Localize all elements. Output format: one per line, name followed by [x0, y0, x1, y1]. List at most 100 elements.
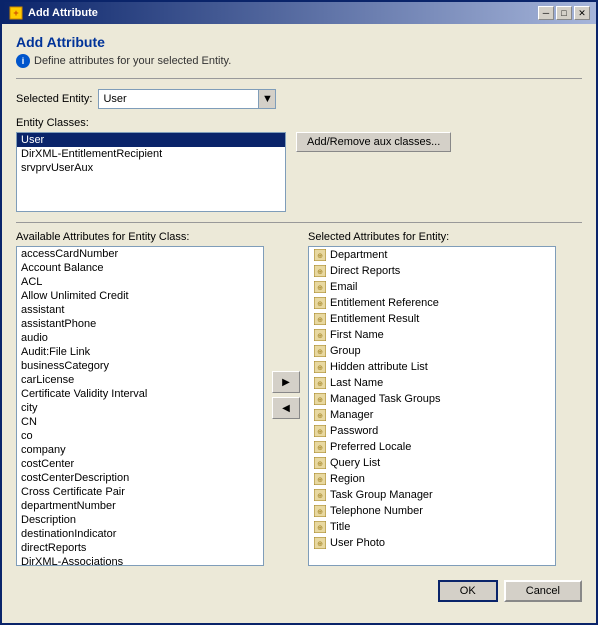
maximize-button[interactable]: □ [556, 6, 572, 20]
list-item[interactable]: costCenter [17, 457, 263, 471]
list-item[interactable]: ACL [17, 275, 263, 289]
selected-entity-row: Selected Entity: ▼ [16, 89, 582, 109]
selected-attr-item[interactable]: ⊕ Entitlement Result [309, 311, 555, 327]
list-item[interactable]: assistantPhone [17, 317, 263, 331]
list-item[interactable]: company [17, 443, 263, 457]
list-item[interactable]: businessCategory [17, 359, 263, 373]
selected-attr-item[interactable]: ⊕ Task Group Manager [309, 487, 555, 503]
aux-classes-button[interactable]: Add/Remove aux classes... [296, 132, 451, 152]
selected-attributes-list[interactable]: ⊕ Department ⊕ Direct Reports ⊕ Email ⊕ … [308, 246, 556, 566]
attr-name: Manager [330, 409, 373, 421]
selected-attr-item[interactable]: ⊕ Managed Task Groups [309, 391, 555, 407]
svg-text:⊕: ⊕ [317, 333, 323, 340]
svg-text:⊕: ⊕ [317, 525, 323, 532]
attr-name: Managed Task Groups [330, 393, 440, 405]
add-attribute-button[interactable]: ▶ [272, 371, 300, 393]
cancel-button[interactable]: Cancel [504, 580, 582, 602]
attr-icon: ⊕ [313, 360, 327, 374]
attr-icon: ⊕ [313, 344, 327, 358]
list-item[interactable]: Cross Certificate Pair [17, 485, 263, 499]
list-item[interactable]: CN [17, 415, 263, 429]
list-item[interactable]: destinationIndicator [17, 527, 263, 541]
svg-text:⊕: ⊕ [317, 413, 323, 420]
list-item[interactable]: accessCardNumber [17, 247, 263, 261]
selected-attr-item[interactable]: ⊕ Entitlement Reference [309, 295, 555, 311]
selected-attr-item[interactable]: ⊕ Department [309, 247, 555, 263]
selected-attributes-section: Selected Attributes for Entity: ⊕ Depart… [308, 231, 556, 566]
entity-class-item[interactable]: DirXML-EntitlementRecipient [17, 147, 285, 161]
selected-attr-item[interactable]: ⊕ Direct Reports [309, 263, 555, 279]
selected-attr-item[interactable]: ⊕ First Name [309, 327, 555, 343]
entity-classes-row: User DirXML-EntitlementRecipient srvprvU… [16, 132, 582, 214]
entity-input[interactable] [98, 89, 258, 109]
selected-label: Selected Attributes for Entity: [308, 231, 556, 243]
middle-divider [16, 222, 582, 223]
attr-icon: ⊕ [313, 408, 327, 422]
title-bar-left: + Add Attribute [8, 5, 98, 21]
selected-attr-item[interactable]: ⊕ Last Name [309, 375, 555, 391]
list-item[interactable]: carLicense [17, 373, 263, 387]
ok-button[interactable]: OK [438, 580, 498, 602]
dialog-content: Add Attribute i Define attributes for yo… [2, 24, 596, 616]
list-item[interactable]: Description [17, 513, 263, 527]
attr-icon: ⊕ [313, 440, 327, 454]
list-item[interactable]: audio [17, 331, 263, 345]
attr-icon: ⊕ [313, 264, 327, 278]
available-attributes-list[interactable]: accessCardNumber Account Balance ACL All… [16, 246, 264, 566]
list-item[interactable]: directReports [17, 541, 263, 555]
selected-attr-item[interactable]: ⊕ Telephone Number [309, 503, 555, 519]
attr-name: Preferred Locale [330, 441, 411, 453]
attr-icon: ⊕ [313, 296, 327, 310]
selected-attr-item[interactable]: ⊕ Region [309, 471, 555, 487]
selected-attr-item[interactable]: ⊕ Email [309, 279, 555, 295]
attr-name: Telephone Number [330, 505, 423, 517]
attr-icon: ⊕ [313, 536, 327, 550]
attr-icon: ⊕ [313, 504, 327, 518]
top-divider [16, 78, 582, 79]
list-item[interactable]: Audit:File Link [17, 345, 263, 359]
list-item[interactable]: Account Balance [17, 261, 263, 275]
attr-name: Region [330, 473, 365, 485]
list-item[interactable]: Allow Unlimited Credit [17, 289, 263, 303]
svg-text:+: + [13, 8, 18, 18]
list-item[interactable]: costCenterDescription [17, 471, 263, 485]
selected-attr-item[interactable]: ⊕ Title [309, 519, 555, 535]
selected-attr-item[interactable]: ⊕ Preferred Locale [309, 439, 555, 455]
selected-attr-item[interactable]: ⊕ Group [309, 343, 555, 359]
dialog-title: Add Attribute [16, 34, 582, 50]
list-item[interactable]: assistant [17, 303, 263, 317]
remove-attribute-button[interactable]: ◀ [272, 397, 300, 419]
selected-attr-item[interactable]: ⊕ Query List [309, 455, 555, 471]
entity-select-control[interactable]: ▼ [98, 89, 276, 109]
subtitle-text: Define attributes for your selected Enti… [34, 55, 231, 67]
selected-attr-item[interactable]: ⊕ Manager [309, 407, 555, 423]
svg-text:⊕: ⊕ [317, 317, 323, 324]
title-bar: + Add Attribute ─ □ ✕ [2, 2, 596, 24]
entity-class-item[interactable]: srvprvUserAux [17, 161, 285, 175]
selected-attr-item[interactable]: ⊕ Hidden attribute List [309, 359, 555, 375]
close-button[interactable]: ✕ [574, 6, 590, 20]
entity-dropdown-arrow[interactable]: ▼ [258, 89, 276, 109]
list-item[interactable]: co [17, 429, 263, 443]
list-item[interactable]: Certificate Validity Interval [17, 387, 263, 401]
list-item[interactable]: city [17, 401, 263, 415]
attr-name: User Photo [330, 537, 385, 549]
attr-icon: ⊕ [313, 472, 327, 486]
list-item[interactable]: departmentNumber [17, 499, 263, 513]
svg-text:⊕: ⊕ [317, 349, 323, 356]
selected-attr-item[interactable]: ⊕ User Photo [309, 535, 555, 551]
entity-classes-list[interactable]: User DirXML-EntitlementRecipient srvprvU… [16, 132, 286, 212]
attr-icon: ⊕ [313, 488, 327, 502]
list-item[interactable]: DirXML-Associations [17, 555, 263, 566]
selected-attr-item[interactable]: ⊕ Password [309, 423, 555, 439]
entity-class-item[interactable]: User [17, 133, 285, 147]
attr-name: Task Group Manager [330, 489, 433, 501]
minimize-button[interactable]: ─ [538, 6, 554, 20]
attr-name: Password [330, 425, 378, 437]
attr-icon: ⊕ [313, 392, 327, 406]
attr-name: Department [330, 249, 387, 261]
info-icon: i [16, 54, 30, 68]
available-label: Available Attributes for Entity Class: [16, 231, 264, 243]
attr-name: Entitlement Reference [330, 297, 439, 309]
attr-icon: ⊕ [313, 424, 327, 438]
